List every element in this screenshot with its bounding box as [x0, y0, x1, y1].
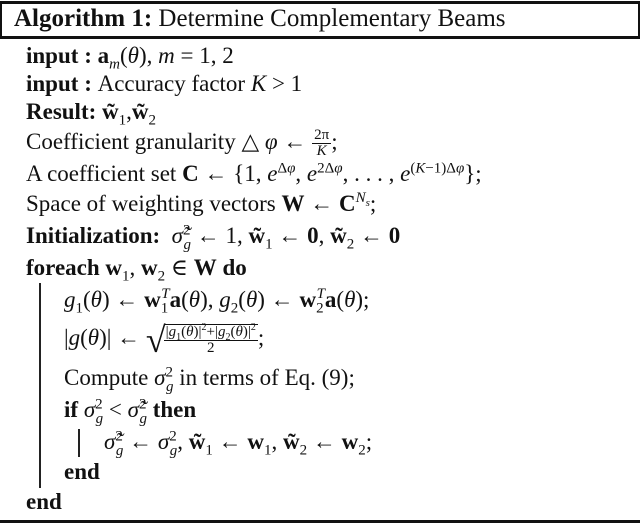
input-keyword: input — [26, 71, 79, 96]
if-block-bar — [78, 429, 80, 457]
input-line-2: input : Accuracy factor K > 1 — [26, 71, 303, 96]
gain-assign-expr: g1(θ) ← w1Ta(θ), g2(θ) ← w2Ta(θ); — [64, 286, 370, 317]
input-1-expr: am(θ), m = 1, 2 — [97, 43, 234, 73]
input-keyword: input — [26, 43, 79, 68]
magnitude-expr: |g(θ)| ← √ |g1(θ)|2+|g2(θ)|2 2; — [64, 320, 265, 361]
granularity-line: Coefficient granularity △ φ ← 2π K; — [26, 128, 338, 159]
accuracy-text: Accuracy factor — [97, 71, 251, 96]
in-terms-text: in terms of Eq. (9); — [173, 365, 355, 390]
compute-line: Compute σ2g in terms of Eq. (9); — [64, 364, 355, 395]
if-line: if σ2g < σ̃2g then — [64, 396, 197, 427]
initialization-line: Initialization: σ̃2g ← 1, w̃1 ← 0, w̃2 ←… — [26, 222, 401, 253]
gain-assign-line: g1(θ) ← w1Ta(θ), g2(θ) ← w2Ta(θ); — [64, 286, 370, 317]
end-if-keyword: end — [64, 459, 100, 484]
coefficient-set-line: A coefficient set C ← {1, eΔφ, e2Δφ, . .… — [26, 160, 482, 188]
granularity-expr: △ φ ← 2π K; — [241, 127, 338, 160]
do-keyword: do — [222, 255, 247, 280]
result-expr: w̃1,w̃2 — [102, 99, 157, 129]
compute-text: Compute — [64, 365, 155, 390]
if-condition: σ2g < σ̃2g — [83, 396, 147, 427]
foreach-keyword: foreach — [26, 255, 100, 280]
coef-set-text: A coefficient set — [26, 161, 183, 186]
foreach-line: foreach w1, w2 ∈ W do — [26, 254, 247, 285]
algorithm-label: Algorithm 1: — [14, 5, 153, 32]
result-line: Result: w̃1,w̃2 — [26, 98, 157, 129]
input-line-1: input : am(θ), m = 1, 2 — [26, 42, 234, 73]
then-keyword: then — [152, 397, 197, 422]
weighting-space-line: Space of weighting vectors W ← CNs; — [26, 190, 376, 218]
colon: : — [78, 71, 98, 96]
foreach-expr: w1, w2 ∈ W — [105, 255, 217, 285]
space-text: Space of weighting vectors — [26, 191, 282, 216]
colon: : — [78, 43, 98, 68]
algorithm-caption: Algorithm 1: Determine Complementary Bea… — [14, 5, 506, 33]
update-expr: σ̃2g ← σ2g, w̃1 ← w1, w̃2 ← w2; — [104, 428, 373, 459]
header-rule — [0, 36, 640, 39]
magnitude-line: |g(θ)| ← √ |g1(θ)|2+|g2(θ)|2 2; — [64, 320, 265, 361]
initialization-expr: σ̃2g ← 1, w̃1 ← 0, w̃2 ← 0 — [171, 222, 401, 253]
bottom-rule — [0, 520, 640, 523]
header-left-border — [0, 1, 2, 39]
granularity-text: Coefficient granularity — [26, 129, 242, 154]
initialization-keyword: Initialization: — [26, 223, 161, 248]
if-keyword: if — [64, 397, 79, 422]
coef-set-expr: C ← {1, eΔφ, e2Δφ, . . . , e(K−1)Δφ}; — [182, 160, 482, 186]
end-if-line: end — [64, 458, 100, 486]
update-line: σ̃2g ← σ2g, w̃1 ← w1, w̃2 ← w2; — [104, 428, 373, 459]
end-foreach-keyword: end — [26, 489, 62, 514]
accuracy-expr: K — [250, 71, 267, 96]
result-keyword: Result: — [26, 99, 97, 124]
algorithm-title: Determine Complementary Beams — [158, 5, 506, 32]
space-expr: W ← CNs; — [281, 190, 377, 216]
end-foreach-line: end — [26, 488, 62, 516]
top-rule — [0, 1, 640, 4]
sigma-g-squared: σ2g — [154, 364, 174, 395]
foreach-block-bar — [39, 283, 41, 488]
